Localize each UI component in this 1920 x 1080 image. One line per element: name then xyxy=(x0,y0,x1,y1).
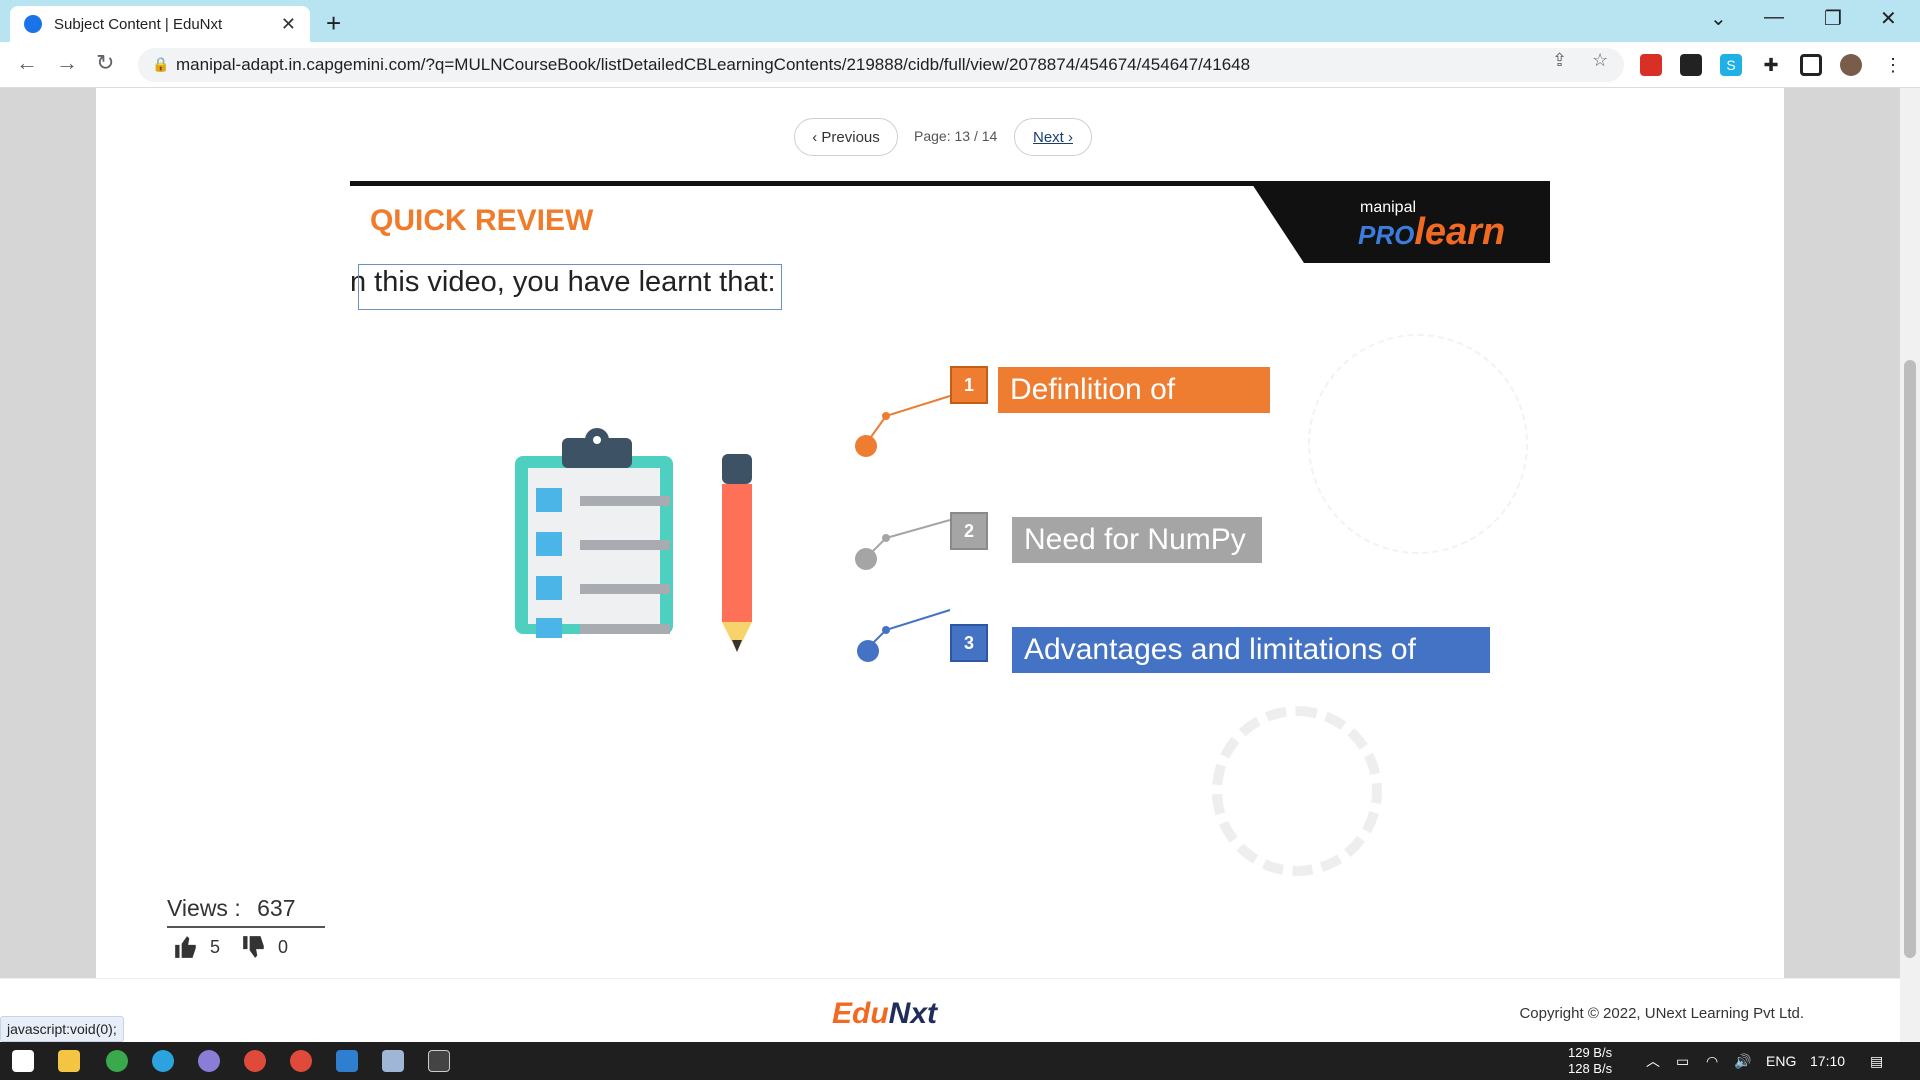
minimize-icon[interactable]: — xyxy=(1764,6,1784,29)
address-bar[interactable]: 🔒 manipal-adapt.in.capgemini.com/?q=MULN… xyxy=(138,48,1624,82)
content-panel: ‹ Previous Page: 13 / 14 Next › manipal … xyxy=(96,88,1784,978)
photos-icon[interactable] xyxy=(382,1050,404,1072)
menu-icon[interactable]: ⋮ xyxy=(1882,54,1904,76)
extension-icon[interactable] xyxy=(1680,54,1702,76)
thumbs-down-icon[interactable] xyxy=(240,934,268,960)
pocket-extension-icon[interactable] xyxy=(1640,54,1662,76)
windows-start-icon[interactable] xyxy=(12,1050,34,1072)
slide: manipal PROlearn QUICK REVIEW n this vid… xyxy=(350,181,1550,876)
views-value: 637 xyxy=(257,895,296,921)
item-3-label: Advantages and limitations of xyxy=(1012,627,1490,673)
lock-icon: 🔒 xyxy=(152,56,170,72)
browser-toolbar: ← → ↻ 🔒 manipal-adapt.in.capgemini.com/?… xyxy=(0,42,1920,88)
rating-bar: 5 0 xyxy=(172,934,288,960)
views-label: Views : xyxy=(167,895,241,921)
decorative-globe-icon xyxy=(1308,334,1528,554)
item-2-dot xyxy=(855,548,877,570)
bookmark-star-icon[interactable]: ☆ xyxy=(1592,50,1608,71)
restore-icon[interactable]: ❐ xyxy=(1824,6,1842,31)
scrollbar-thumb[interactable] xyxy=(1904,360,1916,958)
item-1-label: Definlition of xyxy=(998,367,1270,413)
item-2-number: 2 xyxy=(950,512,988,550)
clipboard-icon xyxy=(515,428,752,652)
puzzle-extensions-icon[interactable]: ✚ xyxy=(1760,54,1782,76)
url-text: manipal-adapt.in.capgemini.com/?q=MULNCo… xyxy=(176,55,1251,74)
reload-icon[interactable]: ↻ xyxy=(96,50,114,76)
tab-subject-content[interactable]: Subject Content | EduNxt ✕ xyxy=(10,6,310,42)
page-footer: EduNxt Copyright © 2022, UNext Learning … xyxy=(0,978,1900,1042)
decorative-gear-icon xyxy=(1212,706,1382,876)
pagination: ‹ Previous Page: 13 / 14 Next › xyxy=(96,118,1784,158)
forward-arrow-icon[interactable]: → xyxy=(56,50,78,76)
file-explorer-icon[interactable] xyxy=(58,1050,80,1072)
next-label: Next › xyxy=(1032,128,1073,146)
brand-prolearn: PROlearn xyxy=(1358,211,1506,253)
item-1-number: 1 xyxy=(950,366,988,404)
chrome-active-icon[interactable] xyxy=(290,1050,312,1072)
tab-strip: Subject Content | EduNxt ✕ + ⌄ — ❐ ✕ xyxy=(0,0,1920,42)
wifi-icon[interactable]: ◠ xyxy=(1706,1042,1718,1080)
slide-title: QUICK REVIEW xyxy=(370,204,594,237)
item-3-dot xyxy=(857,640,879,662)
views-counter: Views : 637 xyxy=(167,895,325,928)
edunxt-favicon-icon xyxy=(24,15,42,33)
vscode-icon[interactable] xyxy=(336,1050,358,1072)
battery-icon[interactable]: ▭ xyxy=(1676,1042,1689,1080)
notifications-icon[interactable]: ▤ xyxy=(1870,1042,1883,1080)
page-scrollbar[interactable] xyxy=(1900,88,1920,1042)
new-tab-button[interactable]: + xyxy=(326,8,341,39)
next-button[interactable]: Next › xyxy=(1014,118,1092,156)
chrome-icon[interactable] xyxy=(244,1050,266,1072)
tab-search-icon[interactable]: ⌄ xyxy=(1710,6,1727,31)
previous-button[interactable]: ‹ Previous xyxy=(794,118,898,156)
app-icon[interactable] xyxy=(198,1050,220,1072)
windows-taskbar: 129 B/s 128 B/s ︿ ▭ ◠ 🔊 ENG 17:10 ▤ xyxy=(0,1042,1920,1080)
text-selection-box xyxy=(358,264,782,310)
s-extension-icon[interactable]: S xyxy=(1720,54,1742,76)
close-tab-icon[interactable]: ✕ xyxy=(281,14,296,35)
clock[interactable]: 17:10 xyxy=(1810,1042,1845,1080)
tab-title: Subject Content | EduNxt xyxy=(54,15,223,33)
manipal-prolearn-logo: manipal PROlearn xyxy=(1250,181,1550,263)
page-indicator: Page: 13 / 14 xyxy=(914,128,998,144)
thumbs-up-icon[interactable] xyxy=(172,934,200,960)
status-bar-link: javascript:void(0); xyxy=(0,1016,124,1042)
copyright-text: Copyright © 2022, UNext Learning Pvt Ltd… xyxy=(1519,1005,1804,1022)
side-panel-icon[interactable] xyxy=(1800,54,1822,76)
edunxt-logo[interactable]: EduNxt xyxy=(832,997,937,1031)
language-indicator[interactable]: ENG xyxy=(1766,1042,1796,1080)
volume-icon[interactable]: 🔊 xyxy=(1734,1042,1751,1080)
telegram-icon[interactable] xyxy=(152,1050,174,1072)
terminal-icon[interactable] xyxy=(428,1050,450,1072)
share-icon[interactable]: ⇪ xyxy=(1552,50,1567,71)
network-speed: 129 B/s 128 B/s xyxy=(1568,1045,1613,1076)
item-1-dot xyxy=(855,435,877,457)
profile-avatar[interactable] xyxy=(1840,54,1862,76)
app-icon[interactable] xyxy=(106,1050,128,1072)
back-arrow-icon[interactable]: ← xyxy=(16,50,38,76)
likes-count: 5 xyxy=(210,936,221,957)
item-2-label: Need for NumPy xyxy=(1012,517,1262,563)
close-window-icon[interactable]: ✕ xyxy=(1880,6,1897,31)
dislikes-count: 0 xyxy=(278,936,289,957)
tray-chevron-icon[interactable]: ︿ xyxy=(1646,1042,1660,1080)
item-3-number: 3 xyxy=(950,624,988,662)
page-viewport: ‹ Previous Page: 13 / 14 Next › manipal … xyxy=(0,88,1900,1042)
